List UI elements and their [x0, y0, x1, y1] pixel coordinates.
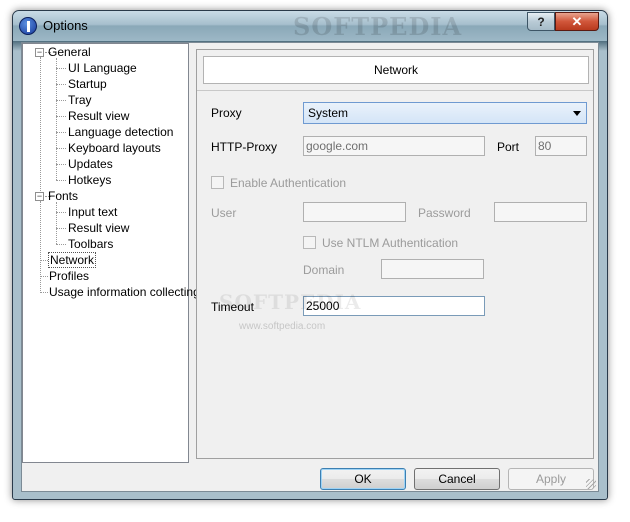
- password-label: Password: [418, 206, 471, 220]
- tree-line: [56, 58, 57, 180]
- tree-item-toolbars[interactable]: Toolbars: [68, 236, 113, 252]
- proxy-label: Proxy: [211, 106, 242, 120]
- tree-line: [40, 292, 48, 293]
- watermark-logo: SOFTPEDIA: [293, 12, 463, 41]
- close-button[interactable]: ✕: [555, 12, 599, 31]
- tree-item-general[interactable]: General: [48, 44, 91, 60]
- port-field[interactable]: 80: [535, 136, 587, 156]
- tree-item-label: Keyboard layouts: [68, 141, 161, 155]
- tree-line: [56, 148, 66, 149]
- tree-item-updates[interactable]: Updates: [68, 156, 113, 172]
- enable-auth-checkbox[interactable]: [211, 176, 224, 189]
- options-tree[interactable]: − − General UI Language Startup Tray Res…: [22, 43, 200, 463]
- dialog-client: − − General UI Language Startup Tray Res…: [21, 42, 599, 492]
- tree-line: [56, 202, 57, 244]
- tree-item-label: Fonts: [48, 189, 79, 203]
- proxy-select-value: System: [308, 106, 349, 120]
- tree-item-hotkeys[interactable]: Hotkeys: [68, 172, 111, 188]
- window-title: Options: [43, 18, 88, 33]
- tree-item-label: Input text: [68, 205, 118, 219]
- cancel-button[interactable]: Cancel: [414, 468, 500, 490]
- ok-button[interactable]: OK: [320, 468, 406, 490]
- tree-line: [40, 201, 41, 293]
- tree-line: [40, 260, 48, 261]
- tree-line: [40, 276, 48, 277]
- app-icon: [19, 17, 37, 35]
- tree-item-tray[interactable]: Tray: [68, 92, 92, 108]
- password-field[interactable]: [494, 202, 587, 222]
- tree-item-label: Language detection: [68, 125, 174, 139]
- proxy-select[interactable]: System: [303, 102, 587, 124]
- tree-item-usage[interactable]: Usage information collecting: [49, 284, 200, 300]
- divider: [197, 90, 593, 91]
- tree-item-language-detection[interactable]: Language detection: [68, 124, 173, 140]
- title-bar[interactable]: Options SOFTPEDIA ? ✕: [13, 11, 607, 41]
- tree-item-label: Tray: [68, 93, 92, 107]
- tree-item-label: Network: [48, 252, 97, 268]
- tree-line: [56, 244, 66, 245]
- tree-item-fonts[interactable]: Fonts: [48, 188, 78, 204]
- port-label: Port: [497, 140, 520, 154]
- help-button[interactable]: ?: [527, 12, 555, 31]
- chevron-down-icon: [573, 111, 581, 116]
- domain-label: Domain: [303, 263, 345, 277]
- enable-auth-label: Enable Authentication: [230, 176, 347, 190]
- tree-line: [40, 57, 41, 197]
- options-window: Options SOFTPEDIA ? ✕ − − General UI Lan…: [12, 10, 608, 500]
- panel-title: Network: [203, 56, 589, 84]
- tree-item-label: Updates: [68, 157, 113, 171]
- tree-item-result-view[interactable]: Result view: [68, 108, 129, 124]
- tree-line: [56, 116, 66, 117]
- watermark-logo: SOFTPEDIA: [219, 290, 362, 314]
- ntlm-label: Use NTLM Authentication: [322, 236, 459, 250]
- collapse-icon[interactable]: −: [35, 192, 44, 201]
- tree-item-input-text[interactable]: Input text: [68, 204, 117, 220]
- tree-item-label: Hotkeys: [68, 173, 112, 187]
- tree-line: [56, 212, 66, 213]
- tree-line: [56, 164, 66, 165]
- tree-item-label: Result view: [68, 221, 130, 235]
- watermark-url: www.softpedia.com: [239, 321, 326, 332]
- tree-item-ui-language[interactable]: UI Language: [68, 60, 137, 76]
- tree-item-network[interactable]: Network: [48, 252, 97, 268]
- tree-line: [56, 84, 66, 85]
- resize-grip-icon[interactable]: [586, 479, 596, 489]
- collapse-icon[interactable]: −: [35, 48, 44, 57]
- user-field[interactable]: [303, 202, 406, 222]
- tree-item-keyboard-layouts[interactable]: Keyboard layouts: [68, 140, 161, 156]
- apply-button[interactable]: Apply: [508, 468, 594, 490]
- tree-item-label: Result view: [68, 109, 130, 123]
- user-label: User: [211, 206, 237, 220]
- tree-line: [56, 100, 66, 101]
- tree-line: [56, 132, 66, 133]
- tree-item-profiles[interactable]: Profiles: [49, 268, 89, 284]
- tree-line: [56, 180, 66, 181]
- tree-item-label: Profiles: [49, 269, 90, 283]
- tree-item-fonts-result-view[interactable]: Result view: [68, 220, 129, 236]
- tree-item-label: Usage information collecting: [49, 285, 200, 299]
- tree-item-label: UI Language: [68, 61, 137, 75]
- tree-line: [56, 228, 66, 229]
- ntlm-checkbox[interactable]: [303, 236, 316, 249]
- tree-line: [56, 68, 66, 69]
- tree-item-label: Toolbars: [68, 237, 114, 251]
- http-proxy-field[interactable]: google.com: [303, 136, 485, 156]
- tree-item-label: General: [48, 45, 91, 59]
- http-proxy-label: HTTP-Proxy: [211, 140, 277, 154]
- tree-item-startup[interactable]: Startup: [68, 76, 107, 92]
- network-panel: Network Proxy System HTTP-Proxy google.c…: [196, 49, 594, 459]
- domain-field[interactable]: [381, 259, 484, 279]
- tree-item-label: Startup: [68, 77, 107, 91]
